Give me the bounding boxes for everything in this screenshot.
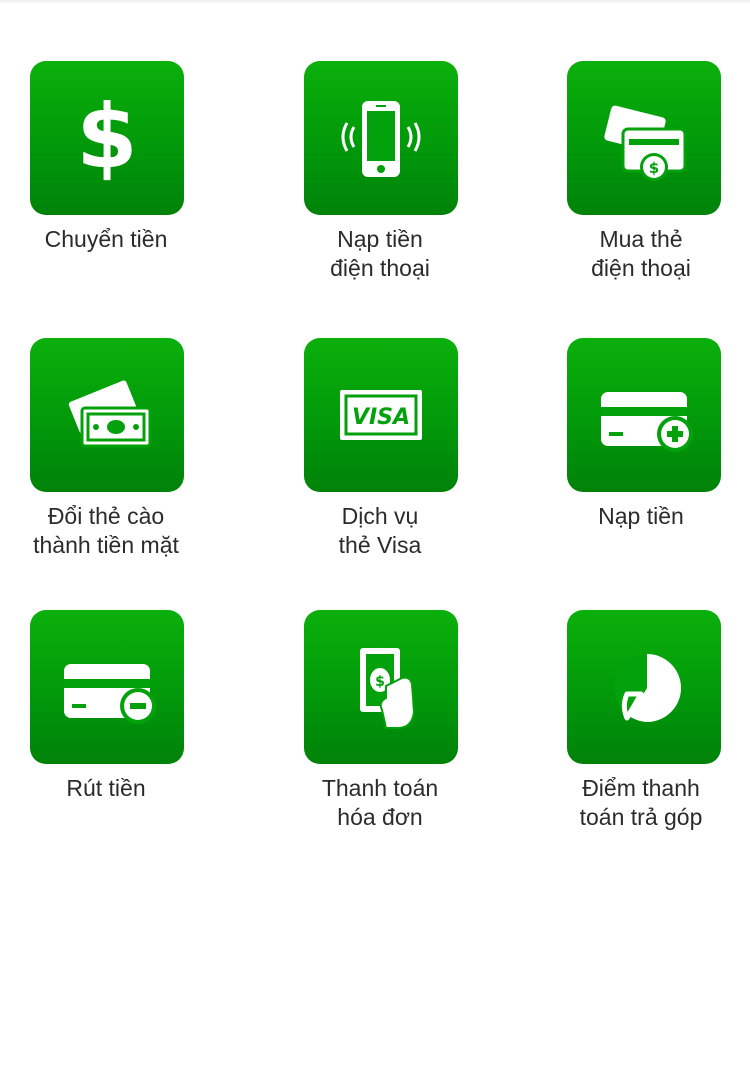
tile-icon-box [567,338,721,492]
svg-text:$: $ [649,159,659,177]
tile-label: Đổi thẻ cào thành tiền mặt [33,503,179,558]
cash-exchange-icon [68,380,152,448]
tile-icon-box [30,338,184,492]
card-minus-icon [64,664,156,724]
visa-icon: VISA [340,390,422,440]
phone-vibrate-icon [341,101,421,177]
tile-icon-box [567,610,721,764]
tile-icon-box: VISA [304,338,458,492]
tile-label: Nạp tiền [598,503,684,529]
svg-text:$: $ [375,674,385,690]
pie-chart-icon [614,654,682,722]
tile-label: Dịch vụ thẻ Visa [338,503,422,558]
bill-payment-icon: $ [360,648,416,729]
card-plus-icon [601,392,693,452]
svg-text:VISA: VISA [352,405,410,430]
tile-label: Điểm thanh toán trả góp [579,775,703,830]
tile-label: Mua thẻ điện thoại [591,226,691,281]
tile-icon-box [30,610,184,764]
tile-label: Chuyển tiền [44,226,168,252]
tile-icon-box: $ [304,610,458,764]
buy-card-icon: $ [604,105,687,181]
tile-label: Rút tiền [66,775,146,801]
tile-icon-box: $ [30,61,184,215]
svg-text:$: $ [76,85,137,188]
top-shadow [0,0,750,4]
tile-icon-box: $ [567,61,721,215]
tile-icon-box [304,61,458,215]
tile-label: Nạp tiền điện thoại [330,226,430,281]
tile-label: Thanh toán hóa đơn [321,775,439,830]
dollar-icon: $ [76,85,137,188]
